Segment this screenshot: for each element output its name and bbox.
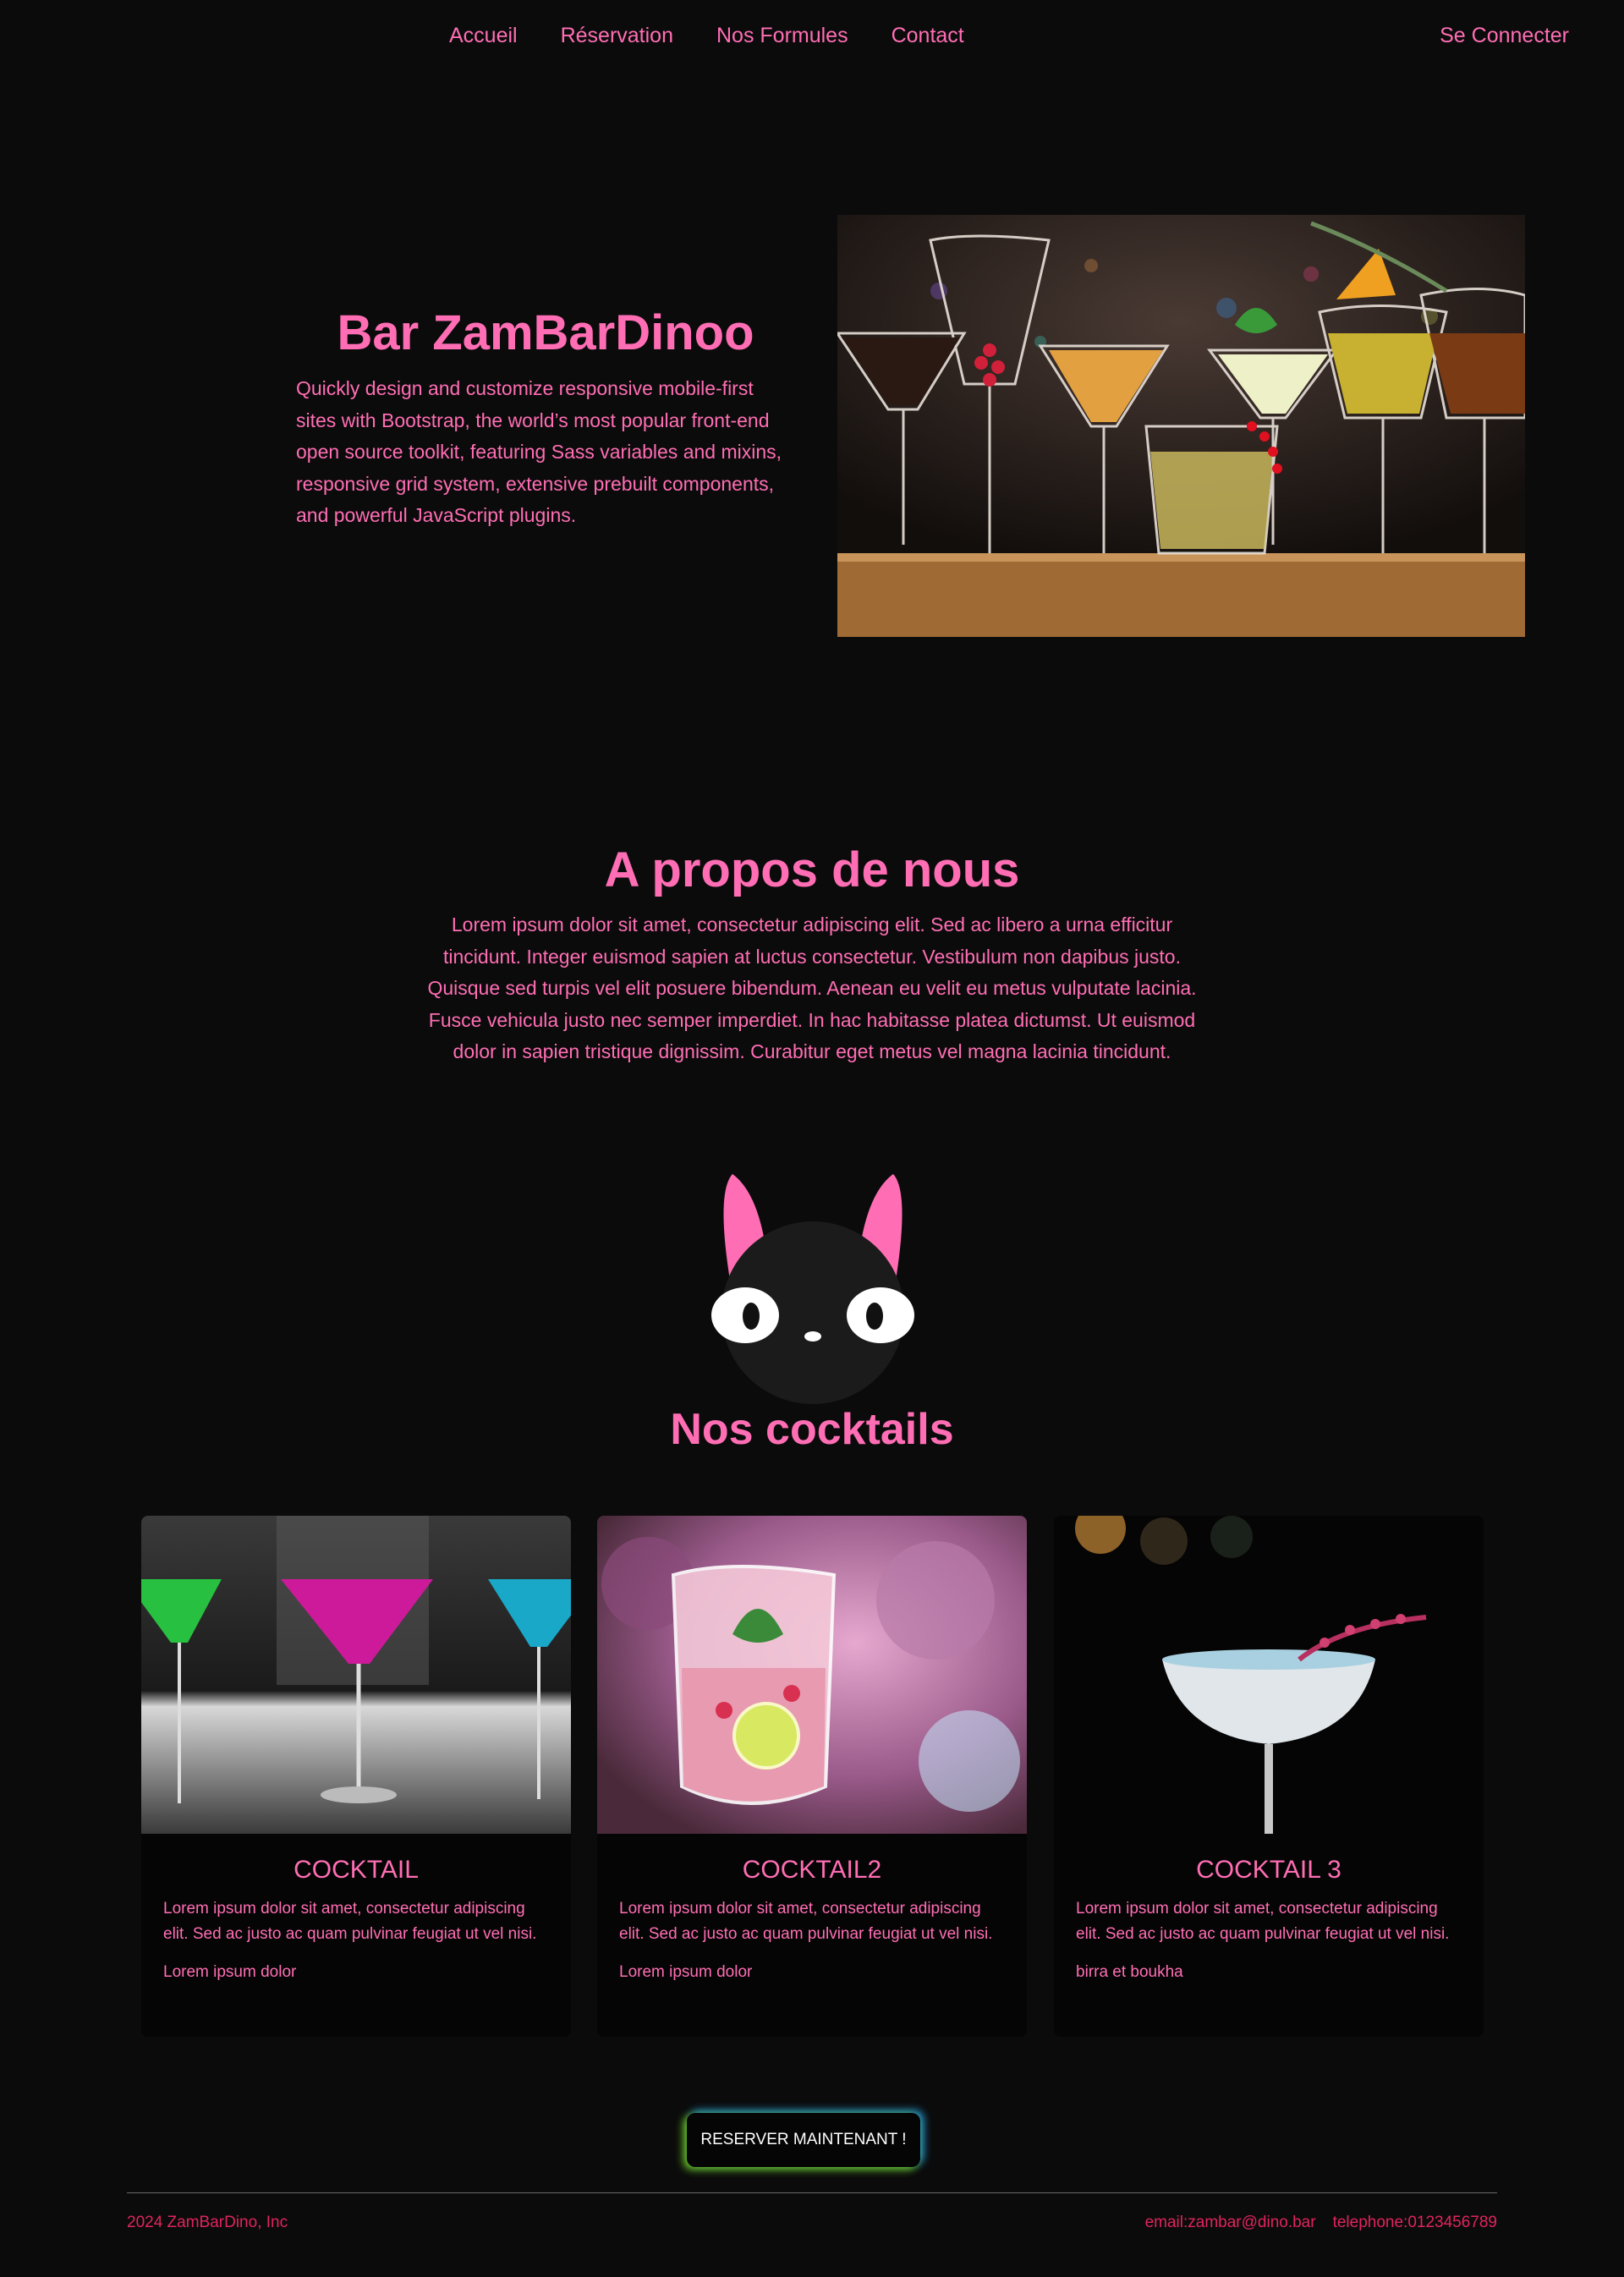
cocktail-2-image [597, 1516, 1027, 1834]
cat-mascot-logo [699, 1167, 927, 1404]
cocktail-1-footer: Lorem ipsum dolor [163, 1963, 297, 1981]
nav-link-contact[interactable]: Contact [892, 24, 964, 48]
cocktail-1-image [141, 1516, 571, 1834]
footer-phone[interactable]: telephone:0123456789 [1333, 2214, 1497, 2232]
footer-copyright: 2024 ZamBarDino, Inc [127, 2214, 288, 2231]
cocktail-3-text: Lorem ipsum dolor sit amet, consectetur … [1076, 1900, 1450, 1943]
cocktail-2-text: Lorem ipsum dolor sit amet, consectetur … [619, 1900, 993, 1943]
reserve-now-button[interactable]: RESERVER MAINTENANT ! [687, 2113, 920, 2167]
nav-links: Accueil Réservation Nos Formules Contact [449, 24, 964, 48]
hero-description: Quickly design and customize responsive … [296, 377, 782, 526]
hero-title: Bar ZamBarDinoo [337, 305, 754, 360]
top-navbar: Accueil Réservation Nos Formules Contact… [0, 0, 1624, 73]
cocktails-title: Nos cocktails [670, 1405, 954, 1454]
about-text: Lorem ipsum dolor sit amet, consectetur … [427, 914, 1197, 1062]
about-title: A propos de nous [604, 842, 1020, 897]
cocktail-2-title: COCKTAIL2 [742, 1856, 882, 1884]
footer-email[interactable]: email:zambar@dino.bar [1145, 2214, 1316, 2232]
cocktail-2-footer: Lorem ipsum dolor [619, 1963, 753, 1981]
cocktail-card-3[interactable]: COCKTAIL 3 Lorem ipsum dolor sit amet, c… [1054, 1516, 1484, 2037]
cocktail-card-1[interactable]: COCKTAIL Lorem ipsum dolor sit amet, con… [141, 1516, 571, 2037]
hero-text: Bar ZamBarDinoo Quickly design and custo… [296, 305, 795, 532]
nav-link-formules[interactable]: Nos Formules [716, 24, 848, 48]
footer-divider [127, 2192, 1497, 2193]
footer-contact: email:zambar@dino.bar telephone:01234567… [1145, 2214, 1497, 2232]
hero-cocktails-image [837, 215, 1525, 637]
nav-link-accueil[interactable]: Accueil [449, 24, 518, 48]
cocktail-3-footer: birra et boukha [1076, 1963, 1183, 1981]
cocktail-3-image [1054, 1516, 1484, 1834]
nav-link-reservation[interactable]: Réservation [561, 24, 673, 48]
cocktail-3-title: COCKTAIL 3 [1196, 1856, 1341, 1884]
cocktail-1-text: Lorem ipsum dolor sit amet, consectetur … [163, 1900, 537, 1943]
cocktail-card-2[interactable]: COCKTAIL2 Lorem ipsum dolor sit amet, co… [597, 1516, 1027, 2037]
cocktail-1-title: COCKTAIL [294, 1856, 419, 1884]
login-link[interactable]: Se Connecter [1440, 24, 1569, 48]
